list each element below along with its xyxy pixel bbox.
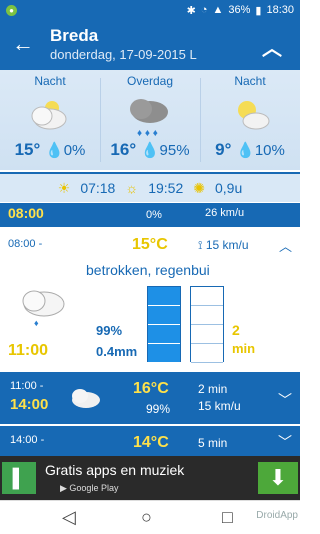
ad-logo: ▌ [2,462,36,494]
wind-icon: ⟟ 15 km/u [198,238,249,252]
moon-cloud-icon [200,88,300,140]
expand-chevron-down-icon[interactable]: ﹀ [278,432,292,452]
row-range: 11:00 - [10,380,44,392]
detail-end-time: 11:00 [8,342,49,359]
hour-row[interactable]: 11:00 - 14:00 16°C 99% 2 min 15 km/u ﹀ [0,372,300,424]
sunrise-time: 07:18 [80,180,116,196]
date-label: donderdag, 17-09-2015 L [50,47,197,62]
forecast-col-night-2[interactable]: Nacht 9° 💧10% [200,70,300,170]
nav-recents-icon[interactable]: □ [222,507,233,528]
rain-drop-icon: 💧 [45,142,64,159]
forecast-values: 16° 💧95% [100,140,200,160]
forecast-period: Nacht [234,74,266,88]
navigation-bar: ◁ ○ □ [0,500,300,534]
forecast-period: Overdag [126,74,174,88]
ad-title: Gratis apps en muziek [45,462,185,478]
forecast-values: 15° 💧0% [0,140,100,160]
back-arrow-icon[interactable]: ← [12,32,34,56]
sunrise-icon: ☀ [57,179,71,196]
forecast-temp: 15° [14,140,41,159]
precip-bar-gauge [147,286,181,363]
forecast-summary: Nacht 15° 💧0% Overdag ♦ ♦ ♦ 16° 💧95% Nac… [0,70,300,170]
row-wind: 15 km/u [198,399,241,413]
battery-icon: ▮ [255,4,262,17]
forecast-temp: 16° [110,140,137,159]
status-right: ✱ ◔ ▲ 36% ▮ 18:30 [187,4,294,17]
city-title: Breda [50,26,99,45]
app-bar: ← Breda donderdag, 17-09-2015 L ︿ [0,20,300,70]
row-wind: 26 km/u [205,207,245,219]
forecast-precip: 10% [254,142,285,159]
bluetooth-icon: ✱ [186,4,196,17]
svg-text:♦ ♦ ♦: ♦ ♦ ♦ [137,128,158,139]
forecast-precip: 0% [63,142,86,159]
android-app-icon: ● [6,4,17,16]
battery-percent: 36% [228,4,251,16]
detail-temp: 15°C [132,236,168,253]
detail-precip-mm: 0.4mm [96,344,138,359]
row-precip: 99% [146,402,171,416]
sunshine-icon: ✺ [193,179,205,196]
forecast-col-night-1[interactable]: Nacht 15° 💧0% [0,70,100,170]
detail-sun-minutes: 2 [232,322,240,338]
collapse-chevron-up-icon[interactable]: ︿ [262,32,282,61]
row-sun: 2 min [198,382,228,396]
detail-wind: 15 km/u [205,238,249,252]
sunset-icon: ☼ [125,180,139,196]
row-temp: 16°C [133,380,169,397]
hour-row[interactable]: 14:00 - 14°C 5 min ﹀ [0,426,300,456]
detail-sun-unit: min [232,341,256,356]
collapse-chevron-up-icon[interactable]: ︿ [279,236,292,255]
svg-text:♦: ♦ [34,318,39,328]
sunset-time: 19:52 [148,180,184,196]
ad-subtitle: Google Play [69,483,119,493]
forecast-precip: 95% [159,142,190,159]
forecast-col-day[interactable]: Overdag ♦ ♦ ♦ 16° 💧95% [100,70,200,170]
forecast-temp: 9° [215,140,232,159]
row-range: 14:00 - [10,434,45,446]
google-play-icon: ▶ Google Play [60,483,119,493]
rain-drop-icon: 💧 [236,142,255,159]
sun-bar-gauge [190,286,224,363]
nav-back-icon[interactable]: ◁ [62,507,76,528]
download-icon[interactable]: ⬇ [258,462,298,494]
detail-range: 08:00 - [8,238,43,250]
sunshine-duration: 0,9u [214,180,243,196]
wifi-icon: ◔ [200,4,208,16]
watermark: DroidApp [256,510,298,521]
rain-drop-icon: 💧 [140,142,160,159]
sun-times-row: ☀ 07:18 ☼ 19:52 ✺ 0,9u [0,172,300,202]
row-temp: 14°C [133,434,169,451]
row-precip: 0% [146,209,162,221]
expand-chevron-down-icon[interactable]: ﹀ [278,390,292,410]
signal-icon: ▲ [212,4,224,16]
cloud-moon-icon [0,88,100,140]
cloud-rain-icon: ♦ ♦ ♦ [100,88,200,140]
forecast-values: 9° 💧10% [200,140,300,160]
status-left: ● [6,4,17,16]
forecast-period: Nacht [34,74,66,88]
row-end-time: 14:00 [10,396,49,413]
cloud-icon [66,384,106,417]
row-time: 08:00 [8,205,44,221]
detail-precip-prob: 99% [96,323,123,338]
cloud-rain-icon: ♦ [14,284,74,333]
nav-home-icon[interactable]: ○ [141,507,152,528]
row-sun: 5 min [198,436,228,450]
hour-row[interactable]: 08:00 0% 26 km/u [0,203,300,227]
ad-banner[interactable]: ▌ Gratis apps en muziek ▶ Google Play ⬇ [0,456,300,500]
hour-detail-expanded[interactable]: 08:00 - 15°C ⟟ 15 km/u ︿ betrokken, rege… [0,228,300,371]
detail-description: betrokken, regenbui [86,262,210,278]
clock: 18:30 [266,4,294,16]
status-bar: ● ✱ ◔ ▲ 36% ▮ 18:30 [0,0,300,20]
